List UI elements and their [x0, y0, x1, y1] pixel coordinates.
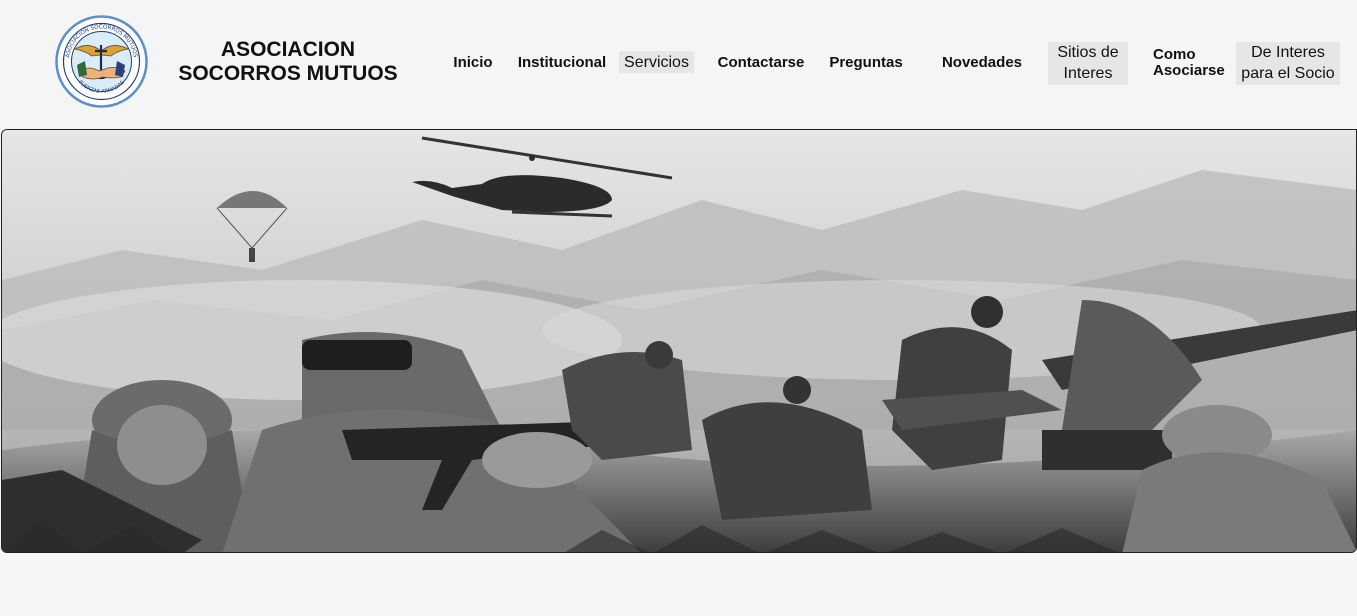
- site-title-line2: SOCORROS MUTUOS: [178, 62, 398, 85]
- nav-novedades[interactable]: Novedades: [938, 55, 1026, 71]
- nav-como-line1: Como: [1153, 46, 1196, 63]
- association-emblem-logo[interactable]: ASOCIACIÓN SOCORROS MUTUOS FUERZAS ARMAD…: [55, 15, 148, 108]
- nav-contactarse[interactable]: Contactarse: [714, 55, 808, 71]
- nav-institucional[interactable]: Institucional: [514, 55, 610, 71]
- military-scene-image: [2, 130, 1356, 552]
- nav-preguntas[interactable]: Preguntas: [826, 55, 906, 71]
- emblem-icon: ASOCIACIÓN SOCORROS MUTUOS FUERZAS ARMAD…: [55, 15, 148, 108]
- nav-sitios-line1: Sitios de: [1057, 44, 1119, 61]
- nav-deinteres-line2: para el Socio: [1241, 65, 1335, 82]
- hero-banner-image: [1, 129, 1357, 553]
- nav-inicio[interactable]: Inicio: [449, 55, 497, 71]
- nav-servicios[interactable]: Servicios: [619, 51, 694, 73]
- site-header: ASOCIACIÓN SOCORROS MUTUOS FUERZAS ARMAD…: [0, 0, 1357, 128]
- nav-deinteres-line1: De Interes: [1251, 44, 1325, 61]
- nav-como-asociarse[interactable]: Como Asociarse: [1148, 47, 1228, 79]
- nav-sitios-line2: Interes: [1063, 65, 1113, 82]
- nav-de-interes-para-el-socio[interactable]: De Interes para el Socio: [1236, 42, 1340, 85]
- site-title[interactable]: ASOCIACION SOCORROS MUTUOS: [172, 38, 404, 86]
- site-title-line1: ASOCIACION: [220, 38, 356, 61]
- nav-sitios-de-interes[interactable]: Sitios de Interes: [1048, 42, 1128, 85]
- nav-como-line2: Asociarse: [1153, 62, 1225, 79]
